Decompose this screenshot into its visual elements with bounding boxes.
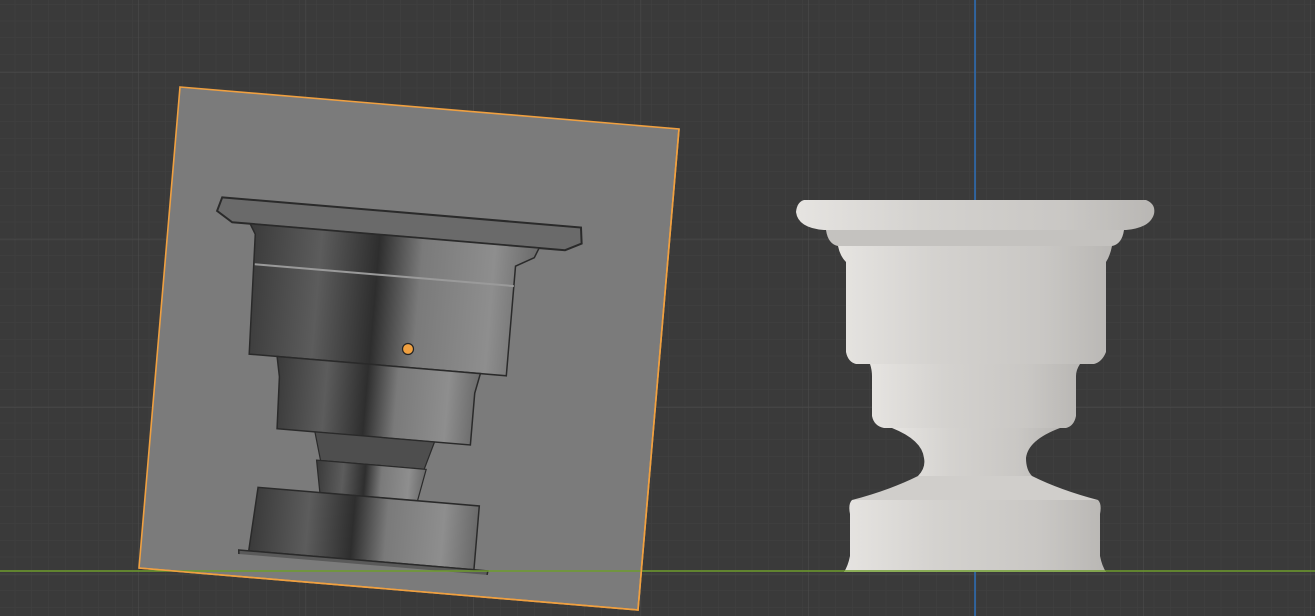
viewport-canvas[interactable] <box>0 0 1315 616</box>
goblet-rim[interactable] <box>796 200 1155 230</box>
object-origin-dot[interactable] <box>401 342 415 356</box>
3d-viewport[interactable] <box>0 0 1315 616</box>
goblet-base[interactable] <box>844 500 1106 572</box>
reference-image-object[interactable] <box>138 86 680 616</box>
goblet-middle-band[interactable] <box>870 364 1080 428</box>
goblet-rim-step[interactable] <box>826 230 1124 246</box>
goblet-upper-cup[interactable] <box>838 246 1112 364</box>
